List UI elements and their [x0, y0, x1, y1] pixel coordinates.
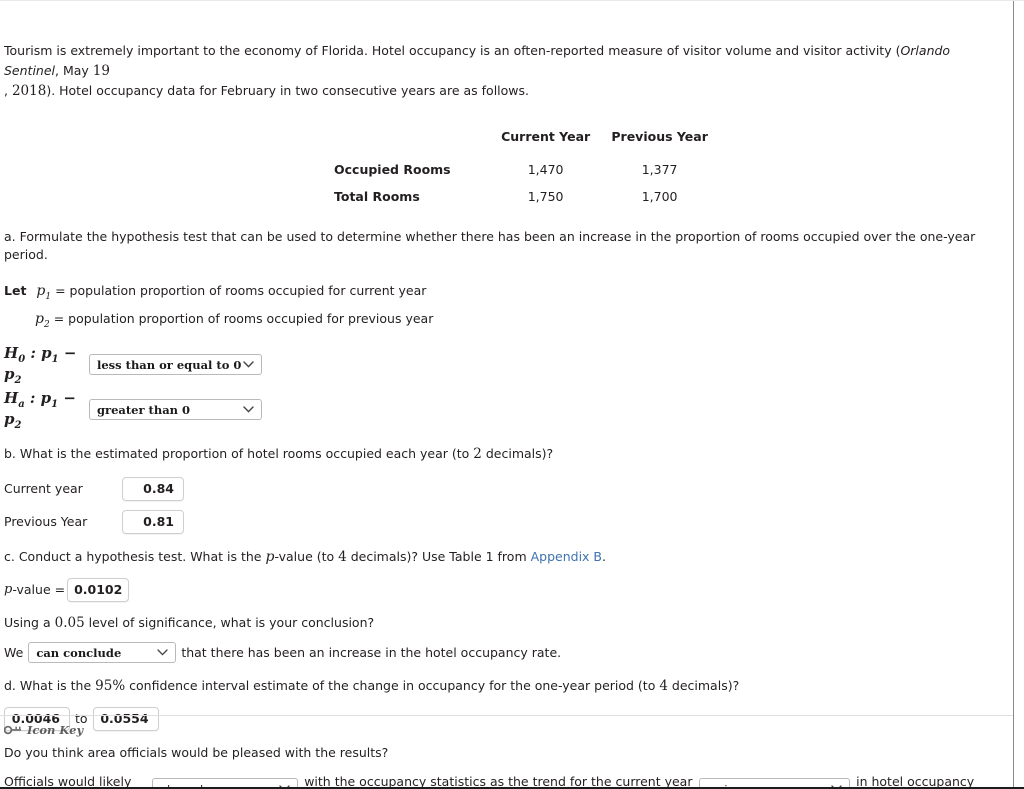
chevron-down-icon	[831, 779, 842, 787]
table-left-spacer	[4, 105, 334, 210]
chevron-down-icon	[279, 779, 290, 787]
occupancy-table-wrapper: Current Year Previous Year Occupied Room…	[4, 105, 1005, 210]
conclusion-dropdown[interactable]: can conclude	[28, 641, 177, 663]
worksheet-page: Tourism is extremely important to the ec…	[0, 0, 1024, 789]
chevron-down-icon	[243, 400, 254, 419]
part-b-prompt: b. What is the estimated proportion of h…	[4, 445, 1005, 463]
intro-line2-prefix: ,	[4, 83, 12, 98]
p-value-input[interactable]: 0.0102	[67, 577, 130, 602]
part-a-definitions: Let p1 = population proportion of rooms …	[4, 280, 1005, 336]
part-d-decimals: 4	[659, 677, 668, 694]
part-a-prompt: a. Formulate the hypothesis test that ca…	[4, 229, 976, 262]
icon-key[interactable]: Icon Key	[3, 723, 84, 737]
table-row: Total Rooms 1,750 1,700	[334, 183, 719, 210]
part-b-decimals: 2	[473, 445, 482, 462]
alternative-hypothesis-row: Ha : p1 − p2 greater than 0	[4, 389, 1005, 431]
table-corner-header	[334, 123, 491, 156]
row-label-occupied-rooms: Occupied Rooms	[334, 162, 451, 177]
part-c-decimals: 4	[338, 548, 347, 565]
icon-key-divider	[0, 715, 1013, 716]
row-label-total-rooms: Total Rooms	[334, 189, 420, 204]
chevron-down-icon	[243, 355, 254, 374]
current-year-proportion-input[interactable]: 0.84	[122, 476, 184, 501]
part-d-prompt-mid: confidence interval estimate of the chan…	[125, 677, 660, 693]
intro-line2-suffix: ). Hotel occupancy data for February in …	[46, 83, 529, 98]
definition-p1: Let p1 = population proportion of rooms …	[4, 280, 1005, 308]
total-rooms-current: 1,750	[527, 189, 564, 204]
chevron-down-icon	[157, 643, 168, 662]
let-keyword: Let	[4, 283, 27, 298]
intro-date-day: 19	[92, 63, 110, 79]
officials-tail-text: in hotel occupancy rates	[856, 773, 975, 789]
previous-year-proportion-input[interactable]: 0.81	[122, 509, 184, 534]
ha-expression: Ha : p1 − p2	[4, 388, 76, 431]
officials-lead-text: Officials would likely be	[4, 773, 132, 789]
table-row: Occupied Rooms 1,470 1,377	[334, 156, 719, 183]
significance-after: level of significance, what is your conc…	[84, 614, 375, 630]
part-d-prompt: d. What is the 95% confidence interval e…	[4, 677, 1005, 695]
previous-year-label: Previous Year	[4, 514, 88, 530]
part-c-prompt-4: .	[602, 548, 606, 564]
confidence-interval-row: 0.0046 to 0.0554	[4, 706, 1005, 731]
trend-dropdown[interactable]: an increase	[699, 778, 851, 787]
pleased-question: Do you think area officials would be ple…	[4, 744, 389, 760]
definition-p2-text: = population proportion of rooms occupie…	[53, 310, 434, 326]
key-icon	[3, 724, 22, 736]
p1-symbol: p1	[36, 283, 52, 302]
appendix-b-link[interactable]: Appendix B	[531, 549, 602, 564]
significance-before: Using a	[4, 614, 55, 630]
h0-dropdown[interactable]: less than or equal to 0	[89, 354, 262, 376]
intro-paragraph: Tourism is extremely important to the ec…	[4, 41, 1005, 101]
conclusion-dropdown-value: can conclude	[36, 645, 122, 660]
worksheet-content: Tourism is extremely important to the ec…	[0, 1, 1013, 789]
part-c-prompt: c. Conduct a hypothesis test. What is th…	[4, 548, 1005, 566]
occupancy-table: Current Year Previous Year Occupied Room…	[334, 123, 719, 210]
significance-prompt: Using a 0.05 level of significance, what…	[4, 614, 1005, 632]
h0-dropdown-value: less than or equal to 0	[97, 358, 242, 373]
h0-expression: H0 : p1 − p2	[4, 343, 77, 386]
part-b-prompt-before: b. What is the estimated proportion of h…	[4, 445, 474, 461]
current-year-label: Current year	[4, 481, 83, 497]
significance-level: 0.05	[54, 614, 85, 631]
ha-dropdown[interactable]: greater than 0	[89, 399, 262, 421]
previous-year-proportion-row: Previous Year 0.81	[4, 509, 1005, 534]
intro-text-before-source: Tourism is extremely important to the ec…	[4, 43, 901, 58]
total-rooms-previous: 1,700	[641, 189, 678, 204]
current-year-proportion-row: Current year 0.84	[4, 476, 1005, 501]
part-b-prompt-after: decimals)?	[481, 445, 554, 461]
intro-text-after-source: , May	[55, 63, 93, 78]
pleased-dropdown[interactable]: pleased	[152, 778, 299, 787]
part-c-prompt-2: -value (to	[274, 548, 339, 564]
ha-dropdown-value: greater than 0	[97, 403, 191, 418]
null-hypothesis-row: H0 : p1 − p2 less than or equal to 0	[4, 344, 1005, 386]
table-header-row: Current Year Previous Year	[334, 123, 719, 156]
officials-statement-row: Officials would likely be pleased with t…	[4, 773, 1005, 789]
occupied-rooms-current: 1,470	[527, 162, 564, 177]
part-d-prompt-after: decimals)?	[667, 677, 740, 693]
part-c-prompt-3: decimals)? Use Table 1 from	[346, 548, 531, 564]
trend-dropdown-value: an increase	[707, 783, 771, 787]
conclusion-tail-text: that there has been an increase in the h…	[181, 644, 562, 660]
part-d-prompt-before: d. What is the	[4, 677, 96, 693]
table-header-previous-year: Previous Year	[611, 129, 708, 144]
confidence-level: 95%	[95, 677, 126, 694]
p2-symbol: p2	[35, 310, 50, 330]
officials-mid-text: with the occupancy statistics as the tre…	[304, 773, 693, 789]
page-right-rule	[1013, 1, 1014, 787]
ci-upper-input[interactable]: 0.0554	[92, 706, 159, 731]
definition-p1-text: = population proportion of rooms occupie…	[55, 283, 427, 298]
we-label: We	[4, 644, 24, 660]
occupied-rooms-previous: 1,377	[641, 162, 678, 177]
pleased-dropdown-value: pleased	[160, 783, 203, 787]
icon-key-label: Icon Key	[27, 723, 84, 737]
p-value-label-symbol: p	[4, 582, 13, 598]
p-value-label-rest: -value =	[12, 582, 66, 598]
part-c-prompt-1: c. Conduct a hypothesis test. What is th…	[4, 548, 266, 564]
definition-p2: p2 = population proportion of rooms occu…	[4, 308, 1005, 336]
p-value-row: p -value = 0.0102	[4, 577, 1005, 602]
conclusion-row: We can conclude that there has been an i…	[4, 641, 1005, 663]
intro-date-year: 2018	[11, 83, 47, 99]
table-header-current-year: Current Year	[501, 129, 591, 144]
